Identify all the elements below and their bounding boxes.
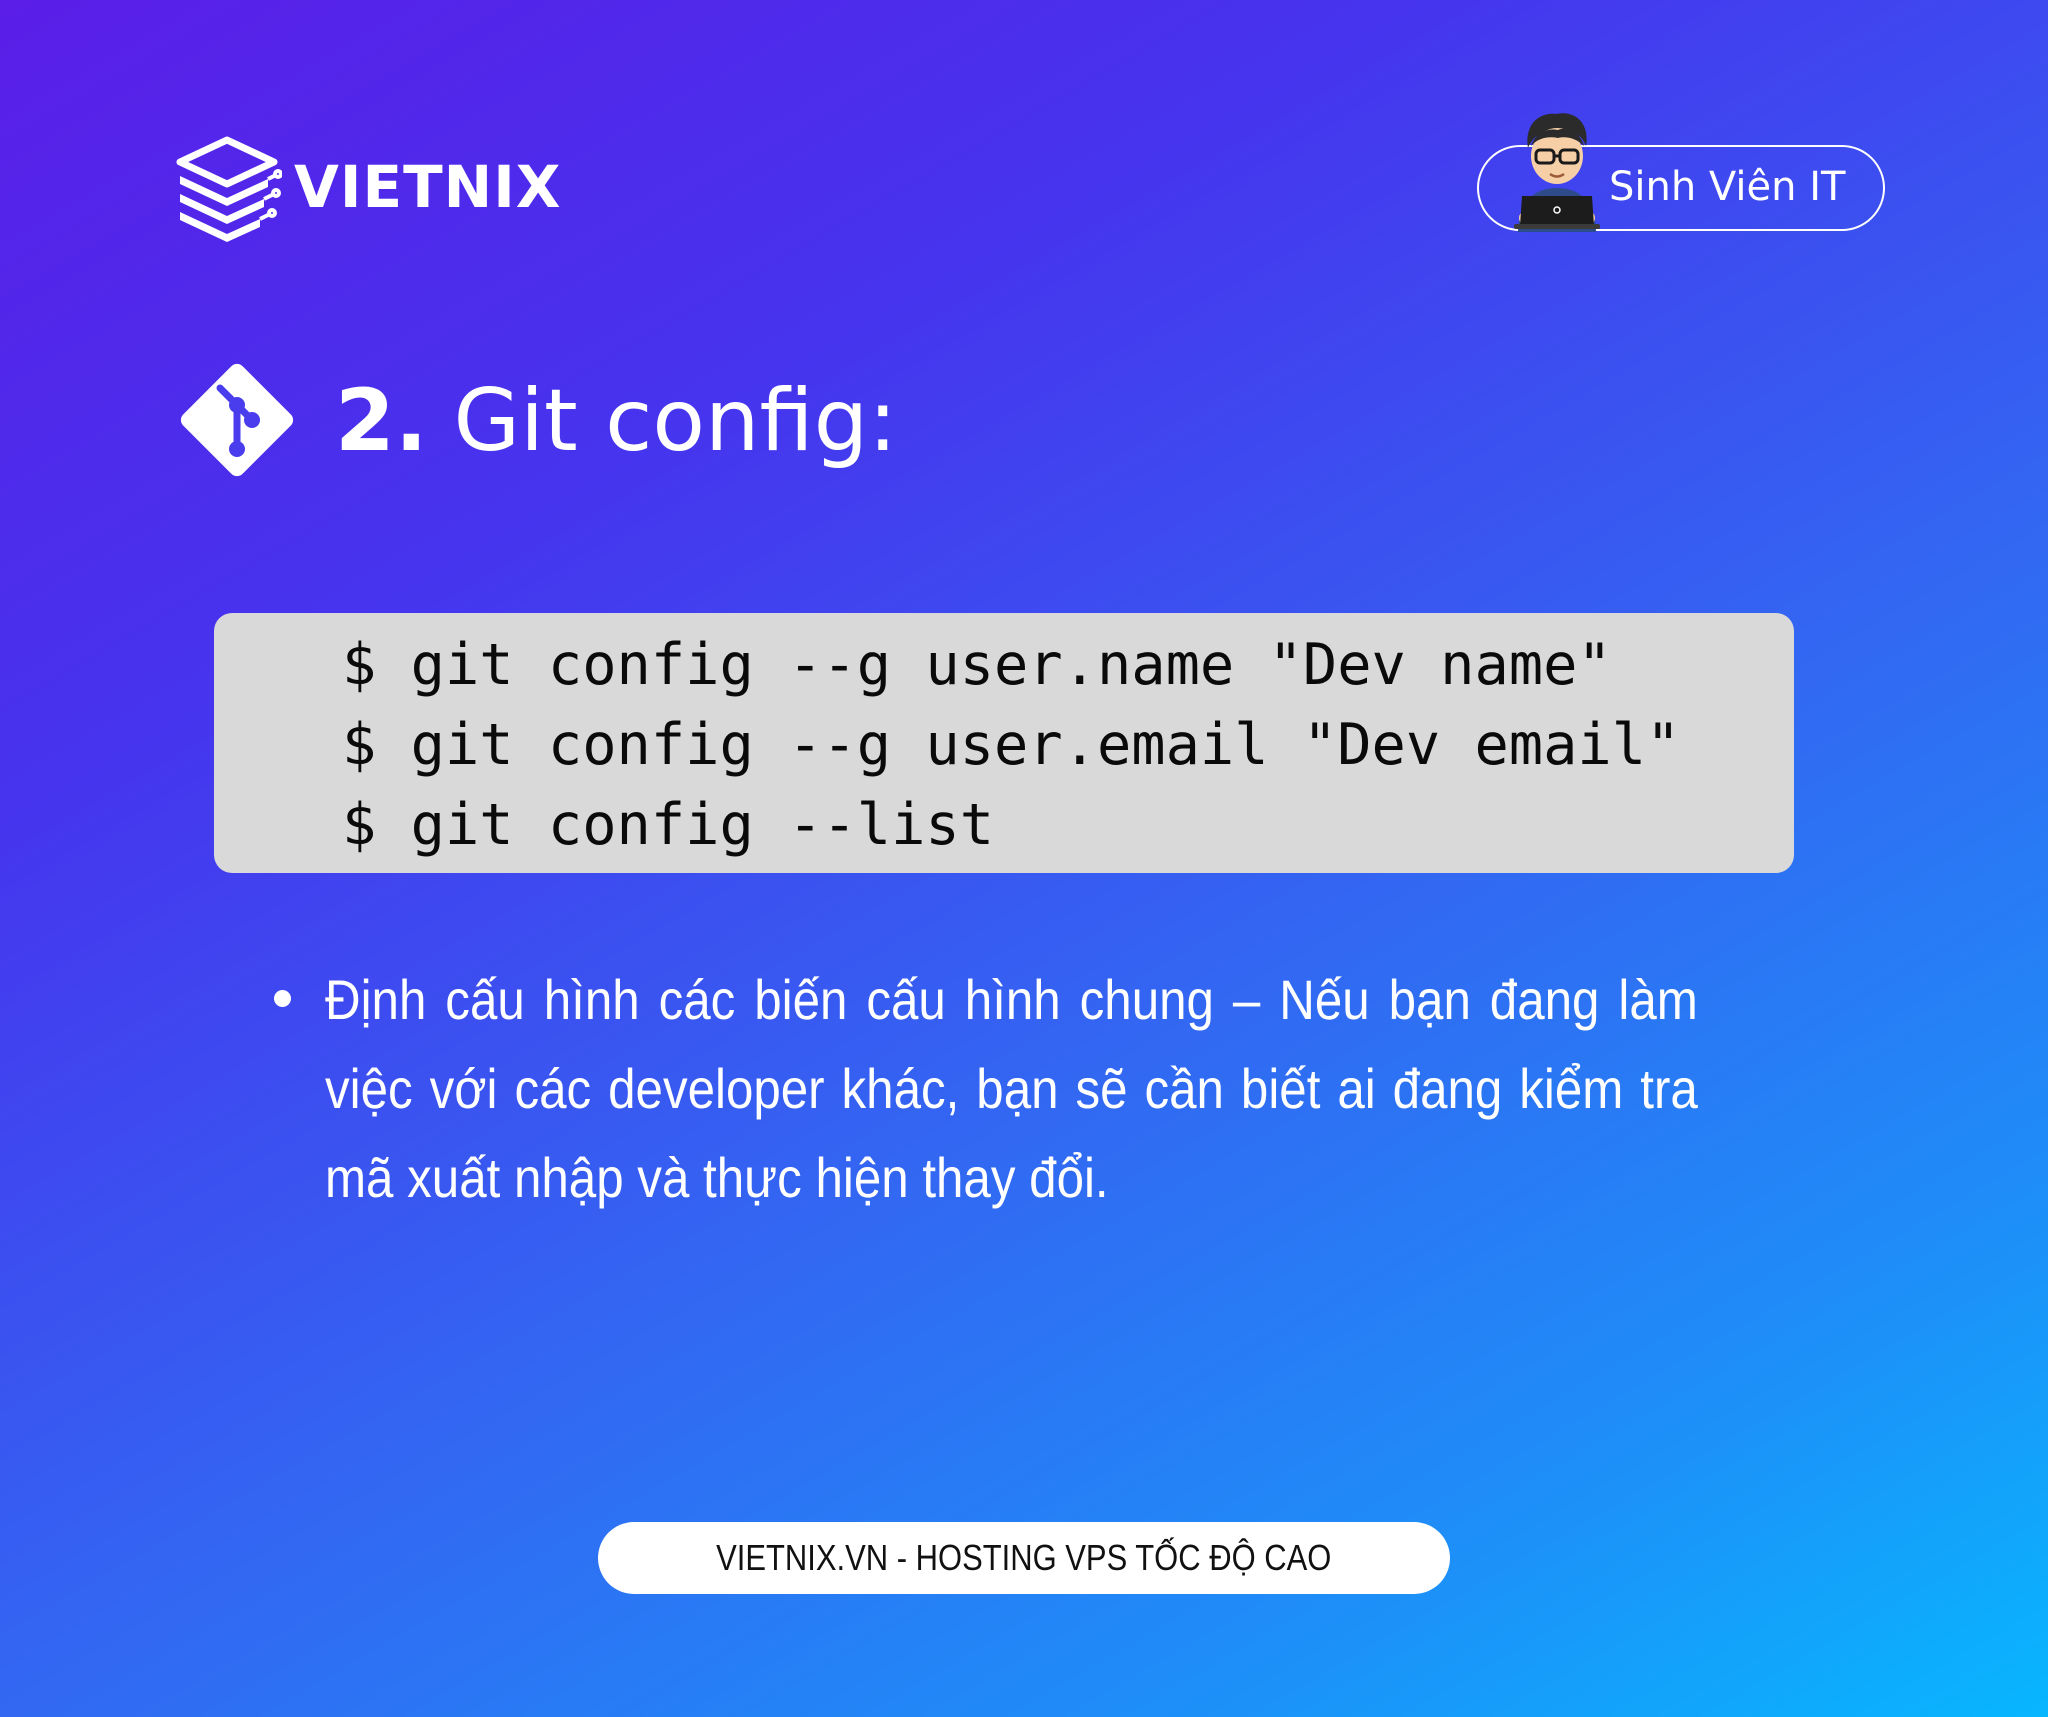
git-icon bbox=[180, 363, 294, 477]
bullet-text: Định cấu hình các biến cấu hình chung – … bbox=[325, 968, 1698, 1209]
section-heading: 2. Git config: bbox=[335, 378, 897, 464]
code-line: $ git config --list bbox=[342, 792, 995, 858]
code-block: $ git config --g user.name "Dev name" $ … bbox=[214, 613, 1794, 873]
code-line: $ git config --g user.name "Dev name" bbox=[342, 632, 1612, 698]
bullet-dot bbox=[274, 990, 291, 1007]
brand-name: VIETNIX bbox=[294, 153, 562, 221]
section-title: Git config: bbox=[453, 371, 898, 471]
footer-text: VIETNIX.VN - HOSTING VPS TỐC ĐỘ CAO bbox=[716, 1537, 1332, 1578]
section-number: 2. bbox=[335, 371, 428, 471]
badge-label: Sinh Viên IT bbox=[1609, 164, 1846, 210]
footer-banner: VIETNIX.VN - HOSTING VPS TỐC ĐỘ CAO bbox=[598, 1522, 1450, 1594]
code-line: $ git config --g user.email "Dev email" bbox=[342, 712, 1681, 778]
stacked-layers-logo-icon bbox=[176, 136, 282, 242]
brand-logo: VIETNIX bbox=[172, 132, 592, 252]
developer-avatar-icon bbox=[1514, 113, 1600, 232]
